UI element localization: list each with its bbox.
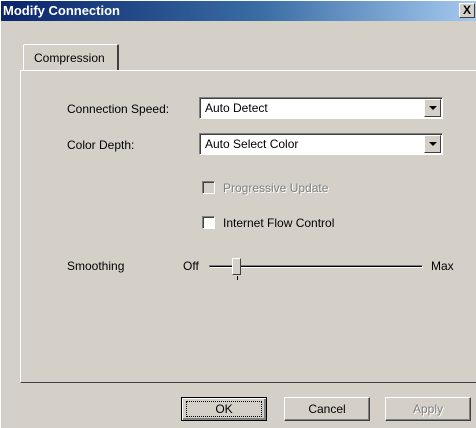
title-bar[interactable]: Modify Connection X (1, 1, 476, 21)
apply-label: Apply (412, 402, 444, 416)
progressive-update-label: Progressive Update (223, 181, 329, 195)
ok-label: OK (186, 401, 262, 417)
smoothing-slider-thumb[interactable] (232, 258, 241, 275)
ok-button[interactable]: OK (181, 397, 267, 421)
window-title: Modify Connection (3, 3, 120, 18)
apply-button[interactable]: Apply (385, 397, 471, 421)
connection-speed-value: Auto Detect (205, 101, 268, 115)
internet-flow-control-checkbox[interactable] (202, 216, 215, 229)
close-button[interactable]: X (459, 3, 475, 18)
progressive-update-checkbox[interactable] (202, 181, 215, 194)
slider-tick (237, 276, 238, 280)
smoothing-slider-track[interactable] (209, 265, 423, 268)
cancel-label: Cancel (308, 402, 346, 416)
internet-flow-control-label: Internet Flow Control (223, 216, 335, 230)
close-icon: X (462, 3, 471, 17)
chevron-down-icon[interactable] (424, 135, 441, 153)
connection-speed-label: Connection Speed: (67, 102, 170, 116)
smoothing-label: Smoothing (67, 259, 125, 273)
chevron-down-icon[interactable] (424, 99, 441, 117)
smoothing-min-label: Off (183, 259, 199, 273)
color-depth-select[interactable]: Auto Select Color (199, 133, 443, 155)
color-depth-label: Color Depth: (67, 138, 135, 152)
tab-compression[interactable]: Compression (23, 44, 119, 70)
color-depth-value: Auto Select Color (205, 137, 299, 151)
cancel-button[interactable]: Cancel (284, 397, 370, 421)
tab-compression-label: Compression (34, 51, 105, 65)
connection-speed-select[interactable]: Auto Detect (199, 97, 443, 119)
modify-connection-dialog: Modify Connection X Compression Connecti… (0, 0, 476, 428)
smoothing-max-label: Max (431, 259, 454, 273)
